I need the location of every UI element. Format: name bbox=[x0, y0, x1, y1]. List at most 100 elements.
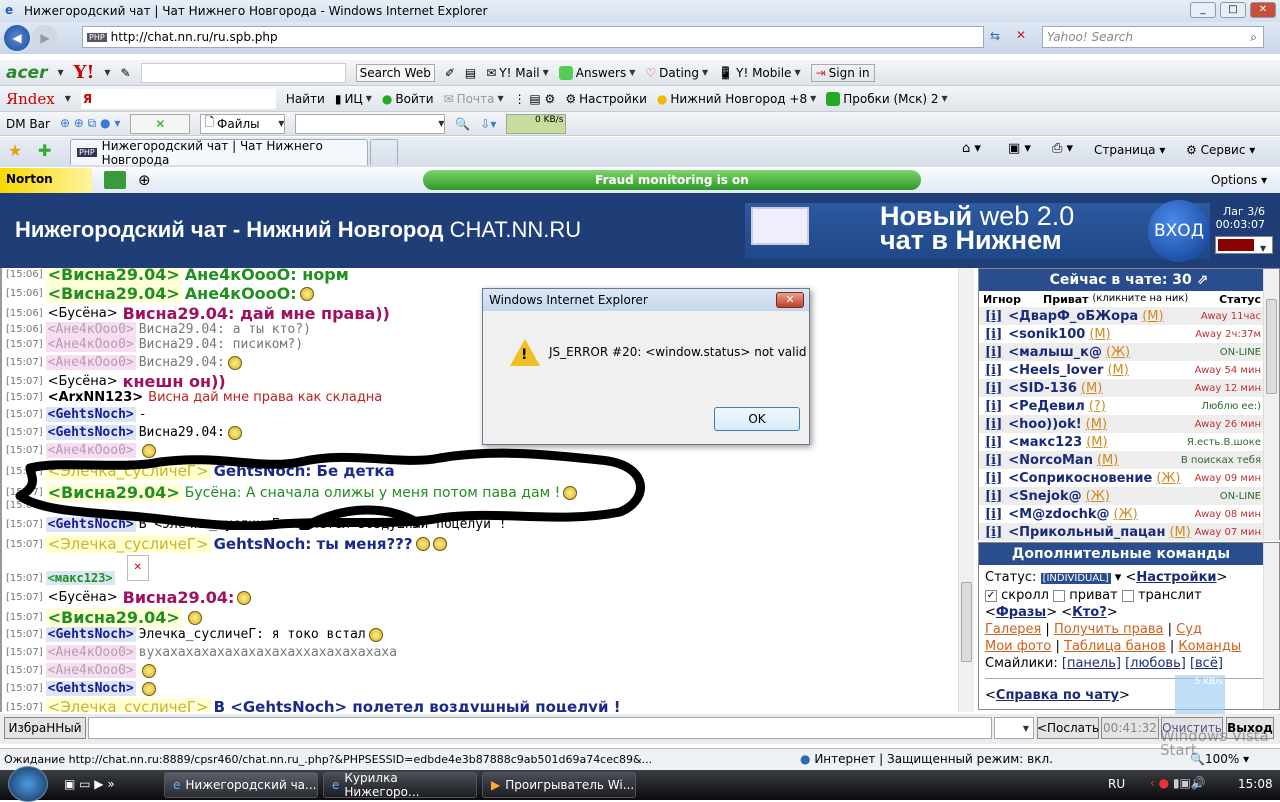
message-input[interactable] bbox=[88, 717, 992, 739]
user-nick[interactable]: <макс123 bbox=[1008, 435, 1082, 450]
user-row[interactable]: [i] <малыш_к@ (Ж) ON-LINE bbox=[979, 343, 1279, 361]
user-nick[interactable]: <SID-136 bbox=[1008, 381, 1077, 396]
acer-logo[interactable]: acer bbox=[6, 63, 47, 83]
maximize-button[interactable]: □ bbox=[1220, 2, 1246, 18]
message-nick[interactable]: <GehtsNoch> bbox=[45, 407, 136, 422]
ignore-link[interactable]: [i] bbox=[985, 345, 1002, 360]
user-nick[interactable]: <ДварФ_оБЖора bbox=[1008, 309, 1138, 324]
user-row[interactable]: [i] <NorcoMan (М) В поисках тебя bbox=[979, 451, 1279, 469]
user-gender[interactable]: (Ж) bbox=[1086, 489, 1110, 504]
user-gender[interactable]: (М) bbox=[1086, 417, 1107, 432]
user-gender[interactable]: (М) bbox=[1169, 525, 1190, 540]
court-link[interactable]: Суд bbox=[1176, 622, 1202, 637]
status-select[interactable]: [INDIVIDUAL] bbox=[1040, 573, 1111, 584]
close-button[interactable]: ✕ bbox=[1250, 2, 1276, 18]
message-nick[interactable]: <Ане4кОоо0> bbox=[45, 663, 136, 678]
help-link[interactable]: Справка по чату bbox=[996, 688, 1119, 703]
dialog-close-button[interactable]: ✕ bbox=[776, 292, 804, 308]
page-menu[interactable]: Страница ▾ bbox=[1094, 143, 1165, 157]
message-nick[interactable]: <Висна29.04> bbox=[45, 483, 182, 502]
ok-button[interactable]: OK bbox=[714, 407, 800, 431]
ignore-link[interactable]: [i] bbox=[985, 417, 1002, 432]
user-row[interactable]: [i] <M@zdochk@ (Ж) Away 08 мин bbox=[979, 505, 1279, 523]
user-gender[interactable]: (Ж) bbox=[1156, 471, 1180, 486]
user-nick[interactable]: <Snejok@ bbox=[1008, 489, 1081, 504]
message-nick[interactable]: <ArxNN123> bbox=[46, 390, 146, 405]
ignore-link[interactable]: [i] bbox=[985, 471, 1002, 486]
message-nick[interactable]: <Элечка_сусличеГ> bbox=[45, 535, 211, 553]
quick-launch-icons[interactable]: ▣ ▭ ▶ » bbox=[64, 777, 115, 791]
user-gender[interactable]: (М) bbox=[1089, 327, 1110, 342]
user-gender[interactable]: (?) bbox=[1089, 399, 1106, 414]
minimize-button[interactable]: _ bbox=[1190, 2, 1216, 18]
user-nick[interactable]: <малыш_к@ bbox=[1008, 345, 1102, 360]
user-gender[interactable]: (Ж) bbox=[1114, 507, 1138, 522]
taskbar-item[interactable]: e Нижегородский ча... bbox=[164, 772, 318, 798]
message-nick[interactable]: <Висна29.04> bbox=[45, 284, 182, 303]
message-nick[interactable]: <Бусёна> bbox=[46, 374, 120, 389]
ignore-link[interactable]: [i] bbox=[985, 507, 1002, 522]
user-row[interactable]: [i] <hoo))ok! (М) Away 26 мин bbox=[979, 415, 1279, 433]
feeds-icon[interactable]: ▣ ▾ bbox=[1008, 141, 1031, 156]
ignore-link[interactable]: [i] bbox=[985, 309, 1002, 324]
start-button[interactable] bbox=[8, 766, 48, 802]
taskbar-item[interactable]: e Курилка Нижегоро... bbox=[323, 771, 477, 799]
norton-monitor-icon[interactable] bbox=[104, 171, 126, 189]
options-menu[interactable]: Options ▾ bbox=[1211, 173, 1267, 187]
sign-in-button[interactable]: ⇥ Sign in bbox=[810, 63, 875, 82]
user-nick[interactable]: <Соприкосновение bbox=[1008, 471, 1152, 486]
user-gender[interactable]: (Ж) bbox=[1106, 345, 1130, 360]
message-nick[interactable]: <GehtsNoch> bbox=[45, 517, 136, 532]
message-nick[interactable]: <GehtsNoch> bbox=[45, 425, 136, 440]
message-nick[interactable]: <Элечка_сусличеГ> bbox=[45, 698, 211, 712]
yandex-logo[interactable]: Яndex bbox=[6, 90, 55, 108]
message-nick[interactable]: <Ане4кОоо0> bbox=[45, 337, 136, 352]
address-input[interactable]: PHP http://chat.nn.ru/ru.spb.php bbox=[82, 26, 984, 48]
user-row[interactable]: [i] <SID-136 (М) Away 12 мин bbox=[979, 379, 1279, 397]
smiles-panel-link[interactable]: [панель] bbox=[1062, 656, 1121, 671]
stop-icon[interactable]: ✕ bbox=[1016, 28, 1026, 42]
send-button[interactable]: <Послать bbox=[1037, 717, 1099, 739]
language-indicator[interactable]: RU bbox=[1108, 777, 1125, 791]
tray-icons[interactable]: ‹ ● ▮▣🔊 bbox=[1150, 776, 1206, 790]
globe-icon[interactable]: ⊕ bbox=[138, 171, 151, 189]
phrases-link[interactable]: Фразы bbox=[996, 605, 1046, 620]
color-select[interactable]: ▼ bbox=[1215, 236, 1273, 254]
users-scrollbar[interactable] bbox=[1263, 269, 1279, 539]
forward-button[interactable]: ▶ bbox=[32, 25, 58, 51]
message-nick[interactable]: <Висна29.04> bbox=[45, 268, 182, 284]
download-icon[interactable]: ⇩▾ bbox=[480, 117, 496, 131]
user-gender[interactable]: (М) bbox=[1086, 435, 1107, 450]
print-icon[interactable]: ⎙ ▾ bbox=[1052, 141, 1073, 156]
user-gender[interactable]: (М) bbox=[1107, 363, 1128, 378]
user-row[interactable]: [i] <Heels_lover (М) Away 54 мин bbox=[979, 361, 1279, 379]
ic-button[interactable]: ▮ ИЦ ▼ bbox=[335, 92, 372, 106]
tab-chat[interactable]: PHP Нижегородский чат | Чат Нижнего Новго… bbox=[70, 139, 368, 167]
user-gender[interactable]: (М) bbox=[1097, 453, 1118, 468]
ignore-link[interactable]: [i] bbox=[985, 399, 1002, 414]
user-nick[interactable]: <hoo))ok! bbox=[1008, 417, 1081, 432]
ignore-link[interactable]: [i] bbox=[985, 381, 1002, 396]
user-nick[interactable]: <M@zdochk@ bbox=[1008, 507, 1109, 522]
answers-button[interactable]: Answers ▼ bbox=[558, 65, 635, 80]
find-button[interactable]: Найти bbox=[286, 92, 325, 106]
weather-button[interactable]: ● Нижний Новгород +8 ▼ bbox=[657, 92, 816, 106]
user-gender[interactable]: (М) bbox=[1081, 381, 1102, 396]
search-web-button[interactable]: Search Web bbox=[355, 63, 435, 82]
ban-table-link[interactable]: Таблица банов bbox=[1064, 639, 1166, 654]
yahoo-search-field[interactable] bbox=[140, 62, 346, 83]
commands-scrollbar[interactable] bbox=[1263, 543, 1279, 709]
mail-button[interactable]: ✉ Почта ▼ bbox=[444, 92, 504, 106]
user-row[interactable]: [i] <РеДевил (?) Люблю ее:) bbox=[979, 397, 1279, 415]
dating-button[interactable]: ♡ Dating ▼ bbox=[645, 66, 708, 80]
message-nick[interactable]: <Ане4кОоо0> bbox=[45, 322, 136, 337]
mobile-button[interactable]: 📱 Y! Mobile ▼ bbox=[718, 66, 800, 80]
ignore-link[interactable]: [i] bbox=[985, 489, 1002, 504]
refresh-icon[interactable]: ⇆ bbox=[990, 29, 1000, 43]
new-tab-button[interactable] bbox=[370, 139, 398, 165]
message-nick[interactable]: <Бусёна> bbox=[46, 590, 120, 605]
recipient-button[interactable]: ИзбраННый bbox=[4, 717, 86, 739]
user-row[interactable]: [i] <sonik100 (М) Away 2ч:37м bbox=[979, 325, 1279, 343]
tools-menu[interactable]: ⚙ Сервис ▾ bbox=[1186, 143, 1255, 157]
dm-tools-icon[interactable]: ⊕ ⊕ ⧉ ● ▾ bbox=[60, 116, 120, 131]
